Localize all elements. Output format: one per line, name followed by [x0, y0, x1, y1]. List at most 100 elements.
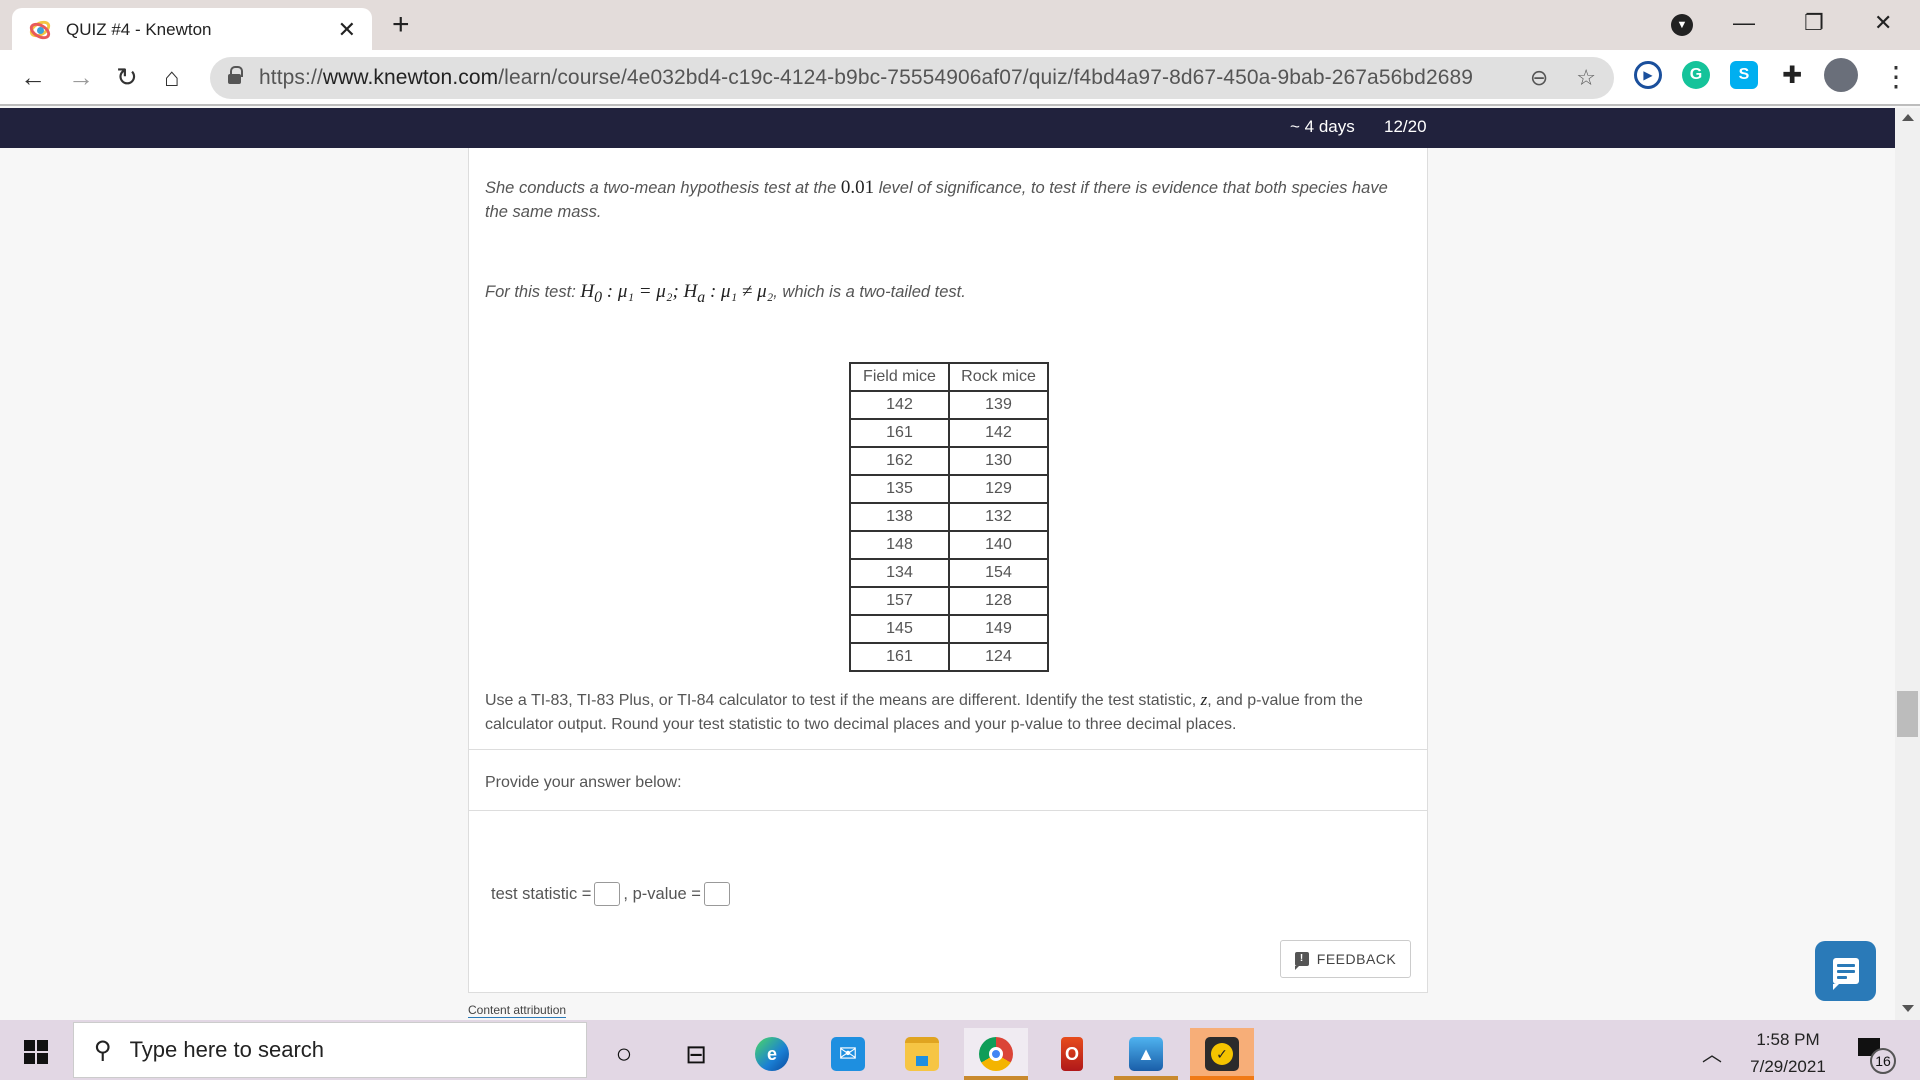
test-statistic-input[interactable] — [594, 882, 621, 906]
photos-icon[interactable]: ▲ — [1114, 1028, 1178, 1080]
table-cell: 128 — [948, 586, 1049, 616]
feedback-button[interactable]: ! FEEDBACK — [1280, 940, 1411, 978]
close-window-button[interactable]: ✕ — [1874, 10, 1892, 36]
p-value-input[interactable] — [703, 882, 730, 906]
url-text[interactable]: https://www.knewton.com/learn/course/4e0… — [259, 66, 1502, 90]
mice-data-table: Field mice Rock mice 142 139 161 142 162 13… — [849, 362, 1049, 672]
task-view-icon[interactable]: ⊟ — [664, 1028, 728, 1080]
table-cell: 138 — [849, 502, 950, 532]
table-cell: 161 — [849, 418, 950, 448]
tab-search-dropdown-icon[interactable]: ▼ — [1671, 14, 1693, 36]
clock-date: 7/29/2021 — [1750, 1057, 1826, 1076]
browser-tab-active[interactable]: QUIZ #4 - Knewton ✕ — [12, 8, 372, 52]
table-row: 145 149 — [849, 614, 1049, 644]
notification-count-badge: 16 — [1870, 1048, 1896, 1074]
show-hidden-icons-chevron-icon[interactable]: ︿ — [1702, 1038, 1722, 1067]
browser-tab-bar: QUIZ #4 - Knewton ✕ + ▼ — ❐ ✕ — [0, 0, 1920, 52]
zoom-out-icon[interactable]: ⊖ — [1530, 65, 1548, 91]
chat-icon — [1832, 958, 1859, 990]
grammarly-icon[interactable]: G — [1682, 61, 1710, 89]
table-cell: 139 — [948, 390, 1049, 420]
table-cell: 132 — [948, 502, 1049, 532]
lock-icon[interactable] — [228, 66, 243, 85]
p-value-label: , p-value = — [623, 884, 701, 903]
clock-time: 1:58 PM — [1756, 1030, 1820, 1049]
table-cell: 130 — [948, 446, 1049, 476]
office-icon[interactable]: O — [1040, 1028, 1104, 1080]
question-card: number of field mice be the first sample… — [468, 120, 1428, 993]
norton-icon[interactable]: ✓ — [1190, 1028, 1254, 1080]
table-row: 162 130 — [849, 446, 1049, 476]
windows-taskbar: ⚲ Type here to search ○ ⊟ e ✉ O ▲ ✓ ︿ 1:… — [0, 1020, 1920, 1080]
skype-icon[interactable]: S — [1730, 61, 1758, 89]
feedback-label: FEEDBACK — [1316, 951, 1397, 967]
forward-button[interactable]: → — [68, 62, 94, 92]
instructions-text: Use a TI-83, TI-83 Plus, or TI-84 calcul… — [485, 690, 1363, 733]
table-row: 148 140 — [849, 530, 1049, 560]
column-header: Field mice — [849, 362, 950, 392]
question-progress: 12/20 — [1384, 117, 1427, 136]
cortana-icon[interactable]: ○ — [592, 1028, 656, 1080]
search-placeholder: Type here to search — [129, 1037, 325, 1062]
play-extension-icon[interactable]: ▶ — [1634, 61, 1662, 89]
answer-prompt: Provide your answer below: — [485, 774, 682, 791]
table-row: 161 142 — [849, 418, 1049, 448]
mail-icon[interactable]: ✉ — [816, 1028, 880, 1080]
table-cell: 149 — [948, 614, 1049, 644]
significance-text: She conducts a two-mean hypothesis test … — [485, 177, 1388, 221]
table-row: 135 129 — [849, 474, 1049, 504]
table-cell: 129 — [948, 474, 1049, 504]
page-scrollbar[interactable] — [1895, 108, 1920, 1020]
restore-button[interactable]: ❐ — [1804, 10, 1824, 36]
windows-start-icon[interactable] — [24, 1040, 48, 1064]
table-row: 138 132 — [849, 502, 1049, 532]
taskbar-clock[interactable]: 1:58 PM 7/29/2021 — [1736, 1026, 1840, 1080]
table-cell: 154 — [948, 558, 1049, 588]
hypotheses-text: For this test: H0 : μ₁ = μ₂; Ha : μ₁ ≠ μ… — [485, 281, 966, 306]
home-button[interactable]: ⌂ — [164, 62, 180, 92]
knewton-favicon-icon — [26, 17, 54, 43]
table-row: 142 139 — [849, 390, 1049, 420]
answer-row: test statistic = , p-value = — [491, 882, 733, 906]
minimize-button[interactable]: — — [1733, 10, 1755, 36]
table-row: 157 128 — [849, 586, 1049, 616]
address-bar[interactable]: https://www.knewton.com/learn/course/4e0… — [210, 57, 1614, 99]
close-tab-icon[interactable]: ✕ — [338, 17, 356, 43]
table-cell: 148 — [849, 530, 950, 560]
table-cell: 124 — [948, 642, 1049, 672]
reload-button[interactable]: ↻ — [116, 62, 138, 92]
table-row: 161 124 — [849, 642, 1049, 672]
taskbar-search-input[interactable]: ⚲ Type here to search — [73, 1022, 587, 1078]
table-cell: 135 — [849, 474, 950, 504]
table-cell: 142 — [849, 390, 950, 420]
new-tab-button[interactable]: + — [392, 8, 410, 42]
extensions-puzzle-icon[interactable]: ✚ — [1778, 61, 1806, 89]
tab-title: QUIZ #4 - Knewton — [66, 20, 212, 39]
bookmark-star-icon[interactable]: ☆ — [1576, 65, 1596, 91]
section-divider — [469, 810, 1427, 811]
scrollbar-thumb[interactable] — [1897, 691, 1918, 737]
content-attribution-link[interactable]: Content attribution — [468, 1003, 567, 1018]
table-cell: 134 — [849, 558, 950, 588]
chrome-taskbar-icon[interactable] — [964, 1028, 1028, 1080]
table-header-row: Field mice Rock mice — [849, 362, 1049, 392]
table-cell: 161 — [849, 642, 950, 672]
browser-toolbar: ← → ↻ ⌂ https://www.knewton.com/learn/co… — [0, 50, 1920, 106]
scroll-up-arrow-icon[interactable] — [1902, 114, 1914, 121]
due-date: ~ 4 days — [1290, 117, 1355, 136]
profile-avatar[interactable] — [1824, 58, 1858, 92]
browser-menu-icon[interactable]: ⋮ — [1882, 62, 1910, 92]
table-cell: 140 — [948, 530, 1049, 560]
table-cell: 162 — [849, 446, 950, 476]
column-header: Rock mice — [948, 362, 1049, 392]
table-cell: 157 — [849, 586, 950, 616]
test-statistic-label: test statistic = — [491, 884, 592, 903]
feedback-icon: ! — [1294, 952, 1309, 970]
search-icon: ⚲ — [94, 1036, 112, 1064]
section-divider — [469, 749, 1427, 750]
back-button[interactable]: ← — [20, 62, 46, 92]
file-explorer-icon[interactable] — [890, 1028, 954, 1080]
edge-icon[interactable]: e — [740, 1028, 804, 1080]
chat-button[interactable] — [1815, 941, 1876, 1001]
scroll-down-arrow-icon[interactable] — [1902, 1005, 1914, 1012]
